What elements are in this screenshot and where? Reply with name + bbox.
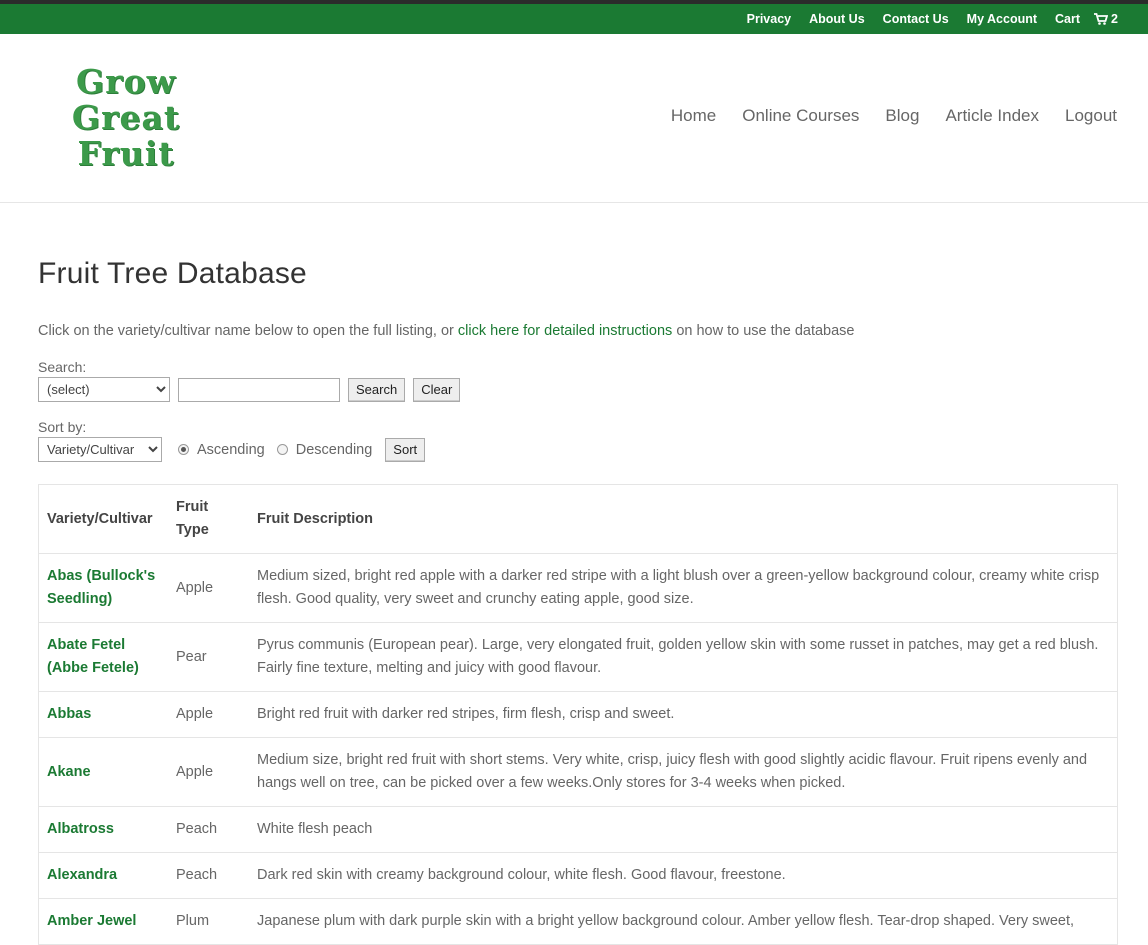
descending-label: Descending bbox=[295, 441, 373, 458]
fruit-type-cell: Pear bbox=[168, 622, 249, 692]
logo-line: Grow bbox=[76, 62, 176, 101]
variety-cell: Abbas bbox=[38, 691, 168, 738]
table-header-row: Variety/Cultivar Fruit Type Fruit Descri… bbox=[38, 484, 1118, 554]
fruit-type-cell: Apple bbox=[168, 553, 249, 623]
table-row: Amber Jewel Plum Japanese plum with dark… bbox=[38, 898, 1118, 945]
variety-cell: Abate Fetel (Abbe Fetele) bbox=[38, 622, 168, 692]
variety-link[interactable]: Abbas bbox=[47, 706, 91, 722]
column-header: Fruit Type bbox=[168, 484, 249, 554]
sort-field-select[interactable]: Variety/Cultivar bbox=[38, 437, 162, 462]
cart-button[interactable]: 2 bbox=[1094, 12, 1118, 26]
logo-line: Fruit bbox=[77, 134, 175, 173]
intro-before: Click on the variety/cultivar name below… bbox=[38, 323, 458, 339]
fruit-type-cell: Apple bbox=[168, 737, 249, 807]
fruit-type-cell: Plum bbox=[168, 898, 249, 945]
table-row: Akane Apple Medium size, bright red frui… bbox=[38, 737, 1118, 807]
main-content: Fruit Tree Database Click on the variety… bbox=[0, 203, 1148, 945]
description-cell: Dark red skin with creamy background col… bbox=[249, 852, 1118, 899]
sort-button[interactable]: Sort bbox=[385, 437, 426, 462]
search-input[interactable] bbox=[178, 377, 340, 402]
intro-text: Click on the variety/cultivar name below… bbox=[38, 323, 1118, 339]
fruit-type-cell: Peach bbox=[168, 852, 249, 899]
fruit-type-cell: Apple bbox=[168, 691, 249, 738]
table-row: Abate Fetel (Abbe Fetele) Pear Pyrus com… bbox=[38, 622, 1118, 692]
ascending-label: Ascending bbox=[197, 441, 265, 458]
sort-label: Sort by: bbox=[38, 419, 87, 435]
topbar-link-my-account[interactable]: My Account bbox=[967, 12, 1037, 26]
nav-online-courses[interactable]: Online Courses bbox=[742, 106, 859, 126]
variety-cell: Abas (Bullock's Seedling) bbox=[38, 553, 168, 623]
logo-line: Great bbox=[71, 98, 181, 137]
cart-icon bbox=[1094, 13, 1109, 25]
description-cell: Pyrus communis (European pear). Large, v… bbox=[249, 622, 1118, 692]
description-cell: Bright red fruit with darker red stripes… bbox=[249, 691, 1118, 738]
topbar-link-privacy[interactable]: Privacy bbox=[747, 12, 791, 26]
main-nav: Home Online Courses Blog Article Index L… bbox=[645, 106, 1117, 126]
variety-link[interactable]: Abas (Bullock's Seedling) bbox=[47, 568, 155, 607]
search-label: Search: bbox=[38, 359, 87, 375]
table-row: Alexandra Peach Dark red skin with cream… bbox=[38, 852, 1118, 899]
variety-cell: Amber Jewel bbox=[38, 898, 168, 945]
variety-cell: Alexandra bbox=[38, 852, 168, 899]
fruit-table: Variety/Cultivar Fruit Type Fruit Descri… bbox=[38, 484, 1118, 945]
variety-link[interactable]: Alexandra bbox=[47, 867, 117, 883]
top-bar: Privacy About Us Contact Us My Account C… bbox=[0, 0, 1148, 34]
topbar-link-contact-us[interactable]: Contact Us bbox=[883, 12, 949, 26]
description-cell: Medium sized, bright red apple with a da… bbox=[249, 553, 1118, 623]
instructions-link[interactable]: click here for detailed instructions bbox=[458, 323, 672, 339]
radio-checked-icon bbox=[178, 444, 189, 455]
topbar-link-cart[interactable]: Cart bbox=[1055, 12, 1080, 26]
column-header: Fruit Description bbox=[249, 484, 1118, 554]
nav-article-index[interactable]: Article Index bbox=[945, 106, 1039, 126]
description-cell: Japanese plum with dark purple skin with… bbox=[249, 898, 1118, 945]
radio-unchecked-icon bbox=[276, 444, 288, 455]
ascending-radio[interactable]: Ascending bbox=[178, 442, 265, 458]
page-title: Fruit Tree Database bbox=[38, 257, 307, 290]
search-button[interactable]: Search bbox=[348, 377, 406, 402]
table-row: Albatross Peach White flesh peach bbox=[38, 806, 1118, 853]
variety-link[interactable]: Albatross bbox=[47, 821, 114, 837]
sort-row: Variety/Cultivar Ascending Descending So… bbox=[38, 437, 1118, 462]
column-header: Variety/Cultivar bbox=[38, 484, 168, 554]
topbar-link-about-us[interactable]: About Us bbox=[809, 12, 865, 26]
site-logo[interactable]: Grow Great Fruit bbox=[64, 64, 188, 172]
variety-link[interactable]: Amber Jewel bbox=[47, 913, 136, 929]
cart-count: 2 bbox=[1111, 12, 1118, 26]
description-cell: White flesh peach bbox=[249, 806, 1118, 853]
site-header: Grow Great Fruit Home Online Courses Blo… bbox=[0, 34, 1148, 203]
table-row: Abbas Apple Bright red fruit with darker… bbox=[38, 691, 1118, 738]
fruit-type-cell: Peach bbox=[168, 806, 249, 853]
variety-cell: Albatross bbox=[38, 806, 168, 853]
clear-button[interactable]: Clear bbox=[413, 377, 461, 402]
descending-radio[interactable]: Descending bbox=[276, 441, 373, 458]
nav-blog[interactable]: Blog bbox=[885, 106, 919, 126]
nav-logout[interactable]: Logout bbox=[1065, 106, 1117, 126]
description-cell: Medium size, bright red fruit with short… bbox=[249, 737, 1118, 807]
intro-after: on how to use the database bbox=[672, 323, 855, 339]
search-field-select[interactable]: (select) bbox=[38, 377, 170, 402]
variety-cell: Akane bbox=[38, 737, 168, 807]
table-row: Abas (Bullock's Seedling) Apple Medium s… bbox=[38, 553, 1118, 623]
search-row: (select) Search Clear bbox=[38, 377, 1118, 402]
nav-home[interactable]: Home bbox=[671, 106, 716, 126]
variety-link[interactable]: Akane bbox=[47, 764, 91, 780]
variety-link[interactable]: Abate Fetel (Abbe Fetele) bbox=[47, 637, 139, 676]
